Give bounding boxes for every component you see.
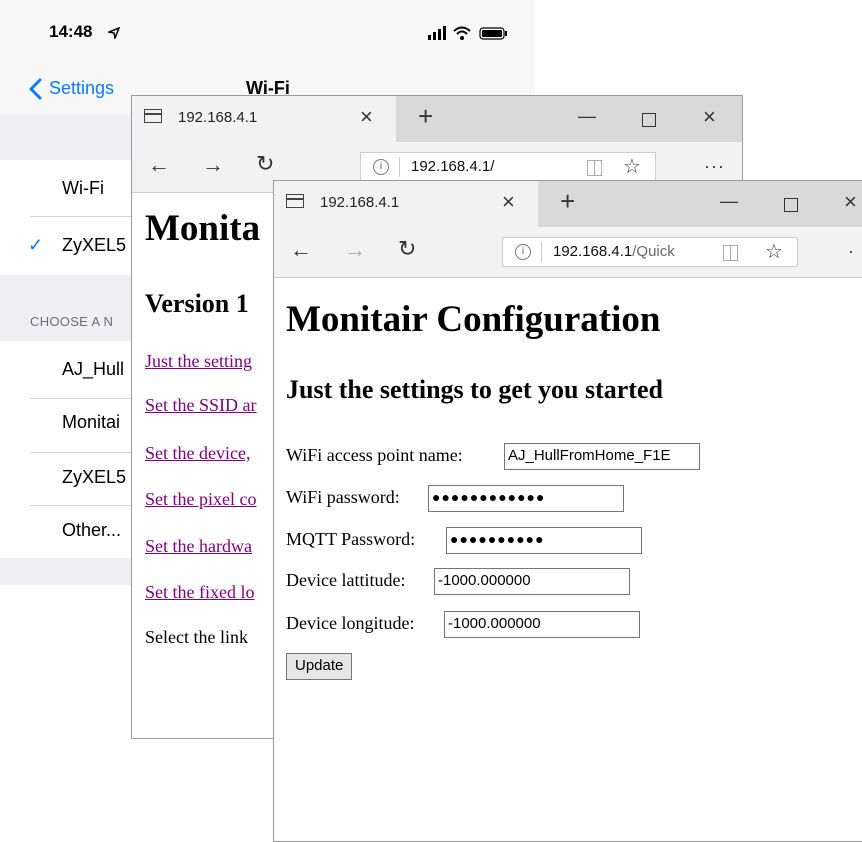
back-chevron-icon[interactable]: [28, 78, 42, 100]
config-link[interactable]: Set the hardwa: [145, 536, 252, 557]
wifi-name-label: WiFi access point name:: [286, 445, 463, 465]
back-button[interactable]: Settings: [49, 78, 114, 99]
longitude-label: Device longitude:: [286, 613, 415, 633]
wifi-password-label: WiFi password:: [286, 487, 400, 507]
address-bar[interactable]: i 192.168.4.1/Quick ☆: [502, 237, 798, 267]
network-name: AJ_Hull: [62, 359, 125, 379]
browser-tab[interactable]: 192.168.4.1 ×: [132, 96, 396, 142]
minimize-icon[interactable]: —: [578, 106, 596, 127]
address-url[interactable]: 192.168.4.1/: [411, 158, 494, 175]
reading-view-icon[interactable]: [587, 160, 602, 176]
tab-bar: 192.168.4.1 × + — ×: [132, 96, 742, 142]
more-icon[interactable]: ···: [704, 156, 725, 177]
address-url[interactable]: 192.168.4.1/Quick: [553, 243, 675, 260]
url-host: 192.168.4.1: [553, 243, 633, 260]
address-divider: [399, 157, 400, 177]
config-link[interactable]: Just the setting: [145, 351, 252, 372]
config-link[interactable]: Set the fixed lo: [145, 582, 254, 603]
page-subheading: Just the settings to get you started: [286, 375, 663, 404]
maximize-icon[interactable]: [784, 198, 798, 212]
tab-page-icon: [144, 109, 162, 123]
mqtt-password-input[interactable]: ●●●●●●●●●●: [446, 527, 642, 554]
back-arrow-icon[interactable]: ←: [290, 237, 312, 263]
mqtt-password-label: MQTT Password:: [286, 529, 416, 549]
refresh-icon[interactable]: ↻: [256, 151, 274, 177]
connected-network-name: ZyXEL5: [62, 235, 127, 255]
update-button[interactable]: Update: [286, 653, 353, 680]
forward-arrow-icon[interactable]: →: [202, 152, 224, 178]
info-icon[interactable]: i: [373, 159, 389, 175]
browser-tab[interactable]: 192.168.4.1 ×: [274, 181, 538, 227]
section-header: CHOOSE A N: [30, 314, 114, 329]
window-close-icon[interactable]: ×: [703, 104, 716, 130]
wifi-label: Wi-Fi: [62, 178, 104, 198]
wifi-password-input[interactable]: ●●●●●●●●●●●●: [428, 485, 624, 512]
browser-toolbar: ← → ↻ i 192.168.4.1/Quick ☆ ·: [274, 227, 862, 278]
config-link[interactable]: Set the device,: [145, 443, 250, 464]
signal-wifi-battery-icon: [428, 26, 507, 40]
config-link[interactable]: Set the SSID ar: [145, 395, 257, 416]
more-icon[interactable]: ·: [848, 241, 855, 262]
refresh-icon[interactable]: ↻: [398, 236, 416, 262]
page-heading: Monitair Configuration: [286, 299, 661, 340]
tab-page-icon: [286, 194, 304, 208]
latitude-input[interactable]: -1000.000000: [434, 568, 630, 595]
longitude-input[interactable]: -1000.000000: [444, 611, 640, 638]
address-bar[interactable]: i 192.168.4.1/ ☆: [360, 152, 656, 182]
tab-title: 192.168.4.1: [320, 194, 400, 211]
address-divider: [541, 242, 542, 262]
tab-bar: 192.168.4.1 × + — ×: [274, 181, 862, 227]
new-tab-icon[interactable]: +: [418, 101, 433, 132]
maximize-icon[interactable]: [642, 113, 656, 127]
favorite-star-icon[interactable]: ☆: [623, 154, 641, 179]
forward-arrow-icon[interactable]: →: [344, 237, 366, 263]
status-time: 14:48: [49, 22, 93, 41]
tab-title: 192.168.4.1: [178, 109, 258, 126]
network-name: ZyXEL5: [62, 467, 127, 487]
tab-close-icon[interactable]: ×: [360, 104, 373, 130]
window-close-icon[interactable]: ×: [844, 189, 857, 215]
page-subheading: Version 1: [145, 289, 249, 318]
config-link[interactable]: Set the pixel co: [145, 489, 256, 510]
back-arrow-icon[interactable]: ←: [148, 152, 170, 178]
checkmark-icon: ✓: [28, 235, 44, 255]
wifi-name-input[interactable]: AJ_HullFromHome_F1E: [504, 443, 700, 470]
minimize-icon[interactable]: —: [720, 191, 738, 212]
favorite-star-icon[interactable]: ☆: [765, 239, 783, 264]
instruction-text: Select the link: [145, 627, 248, 647]
page-heading: Monita: [145, 208, 261, 249]
browser-window-front: 192.168.4.1 × + — × ← → ↻ i 192.168.4.1/…: [273, 180, 862, 842]
other-network-label: Other...: [62, 520, 122, 540]
latitude-label: Device lattitude:: [286, 570, 406, 590]
info-icon[interactable]: i: [515, 244, 531, 260]
tab-close-icon[interactable]: ×: [502, 189, 515, 215]
new-tab-icon[interactable]: +: [560, 186, 575, 217]
url-path: /Quick: [632, 243, 675, 260]
reading-view-icon[interactable]: [723, 245, 738, 261]
location-icon: [108, 27, 120, 39]
network-name: Monitai: [62, 412, 121, 432]
